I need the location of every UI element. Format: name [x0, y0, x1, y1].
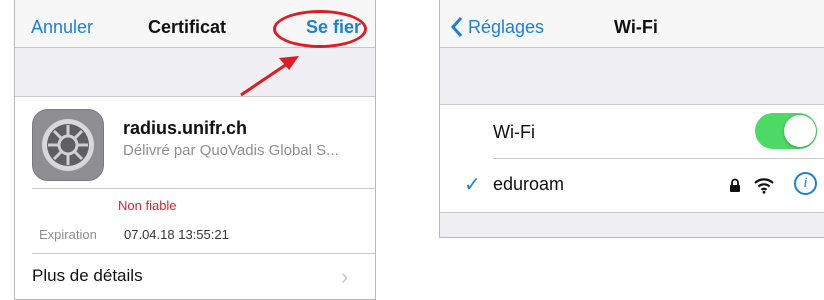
lock-icon [730, 178, 740, 192]
page-title: Wi-Fi [614, 17, 658, 37]
nav-bar: Réglages Wi-Fi [440, 0, 824, 48]
info-icon[interactable]: i [794, 172, 817, 195]
back-label: Réglages [468, 17, 545, 37]
divider [32, 253, 375, 254]
expiration-label: Expiration [39, 227, 97, 242]
divider [32, 188, 375, 189]
certificate-name: radius.unifr.ch [123, 118, 248, 138]
divider [493, 158, 824, 159]
more-details-label: Plus de détails [32, 266, 143, 285]
certificate-screen: Annuler Certificat Se fier radius.unifr.… [14, 0, 376, 300]
certificate-issuer: Délivré par QuoVadis Global S... [123, 142, 339, 159]
wifi-toggle[interactable] [755, 113, 817, 149]
toggle-knob [784, 115, 816, 147]
divider [440, 212, 824, 213]
checkmark-icon: ✓ [464, 174, 481, 196]
divider [440, 104, 824, 105]
wifi-label: Wi-Fi [493, 122, 535, 142]
chevron-right-icon: › [341, 264, 349, 289]
divider [15, 96, 375, 97]
wifi-signal-icon [754, 178, 774, 194]
expiration-value: 07.04.18 13:55:21 [124, 227, 229, 242]
wifi-screen: Réglages Wi-Fi Wi-Fi ✓ eduroam i [439, 0, 824, 238]
red-arrow-annotation [240, 56, 299, 97]
trust-status: Non fiable [118, 198, 177, 213]
network-name: eduroam [493, 174, 565, 194]
chevron-left-icon [450, 17, 463, 37]
settings-gear-icon [32, 109, 104, 181]
